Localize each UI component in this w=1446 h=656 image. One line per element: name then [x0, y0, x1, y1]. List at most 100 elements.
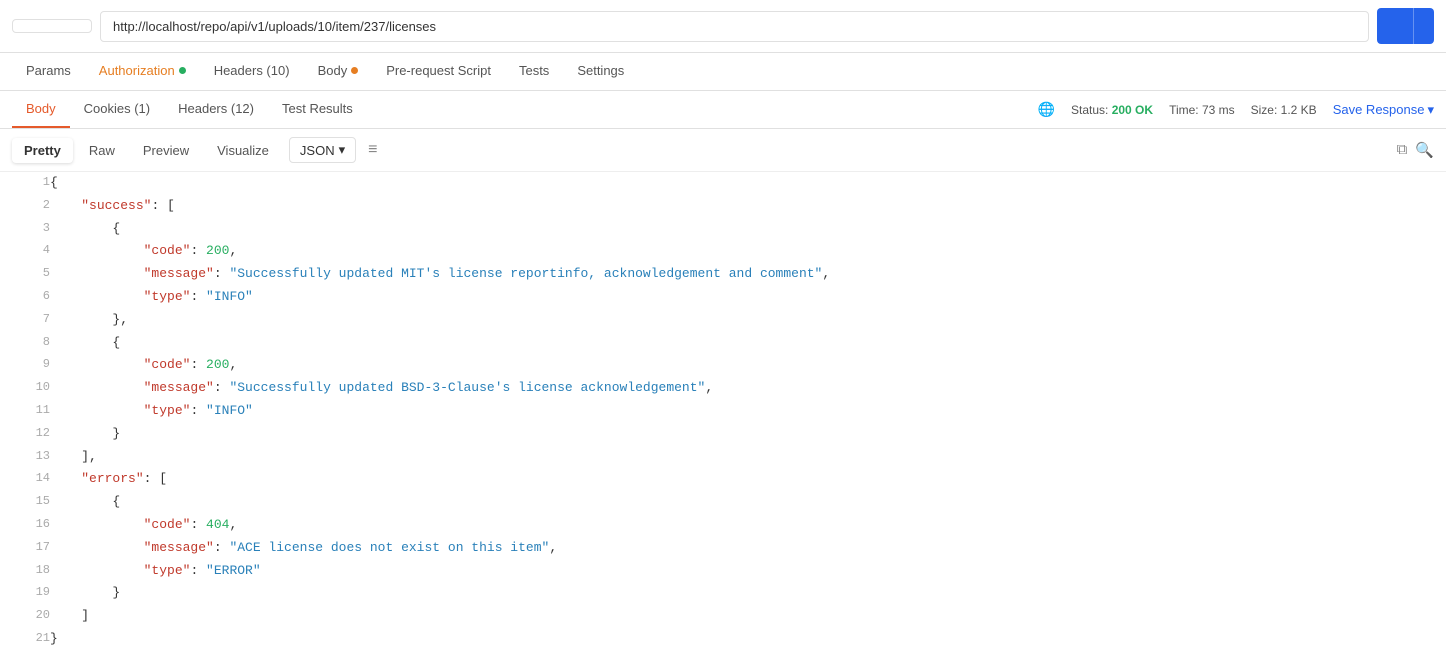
save-response-button[interactable]: Save Response ▾ [1333, 102, 1434, 118]
tab-settings[interactable]: Settings [563, 53, 638, 90]
line-code: ], [50, 446, 1446, 469]
tab-headers[interactable]: Headers (10) [200, 53, 304, 90]
code-table: 1{2 "success": [3 {4 "code": 200,5 "mess… [0, 172, 1446, 648]
code-area[interactable]: 1{2 "success": [3 {4 "code": 200,5 "mess… [0, 172, 1446, 648]
table-row: 2 "success": [ [0, 195, 1446, 218]
line-code: "message": "Successfully updated MIT's l… [50, 263, 1446, 286]
line-number: 3 [0, 218, 50, 241]
table-row: 9 "code": 200, [0, 354, 1446, 377]
line-number: 17 [0, 537, 50, 560]
save-response-label: Save Response [1333, 102, 1425, 117]
format-raw-button[interactable]: Raw [77, 138, 127, 163]
line-number: 11 [0, 400, 50, 423]
table-row: 19 } [0, 582, 1446, 605]
table-row: 17 "message": "ACE license does not exis… [0, 537, 1446, 560]
table-row: 21} [0, 628, 1446, 648]
response-tabs: Body Cookies (1) Headers (12) Test Resul… [0, 91, 1446, 129]
tab-tests[interactable]: Tests [505, 53, 563, 90]
authorization-dot [179, 67, 186, 74]
wrap-lines-icon[interactable]: ≡ [368, 141, 377, 159]
line-number: 19 [0, 582, 50, 605]
table-row: 3 { [0, 218, 1446, 241]
tab-pre-request[interactable]: Pre-request Script [372, 53, 505, 90]
line-code: } [50, 628, 1446, 648]
line-number: 20 [0, 605, 50, 628]
line-number: 1 [0, 172, 50, 195]
search-icon[interactable]: 🔍 [1415, 141, 1434, 159]
time-label: Time: 73 ms [1169, 103, 1235, 117]
line-code: { [50, 218, 1446, 241]
copy-icon[interactable]: ⧉ [1397, 141, 1408, 159]
table-row: 6 "type": "INFO" [0, 286, 1446, 309]
line-code: "message": "ACE license does not exist o… [50, 537, 1446, 560]
size-label: Size: 1.2 KB [1251, 103, 1317, 117]
line-number: 13 [0, 446, 50, 469]
line-number: 4 [0, 240, 50, 263]
tab-body-label: Body [318, 63, 348, 78]
line-code: "code": 200, [50, 354, 1446, 377]
json-format-select[interactable]: JSON ▾ [289, 137, 356, 163]
status-label: Status: 200 OK [1071, 103, 1153, 117]
line-number: 2 [0, 195, 50, 218]
table-row: 14 "errors": [ [0, 468, 1446, 491]
tab-headers-label: Headers (10) [214, 63, 290, 78]
json-format-label: JSON [300, 143, 335, 158]
resp-tab-headers-label: Headers (12) [178, 101, 254, 116]
resp-tab-body[interactable]: Body [12, 91, 70, 128]
line-number: 18 [0, 560, 50, 583]
send-label [1377, 18, 1413, 34]
line-code: "errors": [ [50, 468, 1446, 491]
line-code: } [50, 582, 1446, 605]
format-right-icons: ⧉ 🔍 [1397, 141, 1434, 159]
tab-params[interactable]: Params [12, 53, 85, 90]
line-code: ] [50, 605, 1446, 628]
line-number: 14 [0, 468, 50, 491]
resp-tab-cookies-label: Cookies (1) [84, 101, 150, 116]
line-number: 6 [0, 286, 50, 309]
table-row: 18 "type": "ERROR" [0, 560, 1446, 583]
line-code: "type": "INFO" [50, 400, 1446, 423]
line-number: 21 [0, 628, 50, 648]
resp-status: 🌐 Status: 200 OK Time: 73 ms Size: 1.2 K… [1038, 101, 1434, 118]
line-code: "success": [ [50, 195, 1446, 218]
table-row: 1{ [0, 172, 1446, 195]
tab-tests-label: Tests [519, 63, 549, 78]
top-bar [0, 0, 1446, 53]
tab-body[interactable]: Body [304, 53, 373, 90]
tab-params-label: Params [26, 63, 71, 78]
line-number: 5 [0, 263, 50, 286]
request-tabs: Params Authorization Headers (10) Body P… [0, 53, 1446, 91]
resp-tab-test-results[interactable]: Test Results [268, 91, 367, 128]
tab-authorization[interactable]: Authorization [85, 53, 200, 90]
format-pretty-button[interactable]: Pretty [12, 138, 73, 163]
table-row: 4 "code": 200, [0, 240, 1446, 263]
tab-pre-request-label: Pre-request Script [386, 63, 491, 78]
resp-tab-body-label: Body [26, 101, 56, 116]
body-dot [351, 67, 358, 74]
format-bar: Pretty Raw Preview Visualize JSON ▾ ≡ ⧉ … [0, 129, 1446, 172]
line-number: 8 [0, 332, 50, 355]
table-row: 7 }, [0, 309, 1446, 332]
send-button[interactable] [1377, 8, 1434, 44]
globe-icon: 🌐 [1038, 101, 1055, 118]
method-select[interactable] [12, 19, 92, 33]
format-visualize-button[interactable]: Visualize [205, 138, 281, 163]
line-code: { [50, 491, 1446, 514]
line-code: "message": "Successfully updated BSD-3-C… [50, 377, 1446, 400]
line-code: }, [50, 309, 1446, 332]
line-number: 10 [0, 377, 50, 400]
table-row: 11 "type": "INFO" [0, 400, 1446, 423]
url-input[interactable] [100, 11, 1369, 42]
line-code: "code": 404, [50, 514, 1446, 537]
resp-tab-test-results-label: Test Results [282, 101, 353, 116]
table-row: 16 "code": 404, [0, 514, 1446, 537]
json-format-chevron: ▾ [339, 142, 346, 158]
line-number: 9 [0, 354, 50, 377]
time-value: 73 ms [1202, 103, 1235, 117]
resp-tab-cookies[interactable]: Cookies (1) [70, 91, 164, 128]
send-caret [1414, 18, 1434, 34]
format-preview-button[interactable]: Preview [131, 138, 201, 163]
table-row: 15 { [0, 491, 1446, 514]
resp-tab-headers[interactable]: Headers (12) [164, 91, 268, 128]
line-number: 12 [0, 423, 50, 446]
